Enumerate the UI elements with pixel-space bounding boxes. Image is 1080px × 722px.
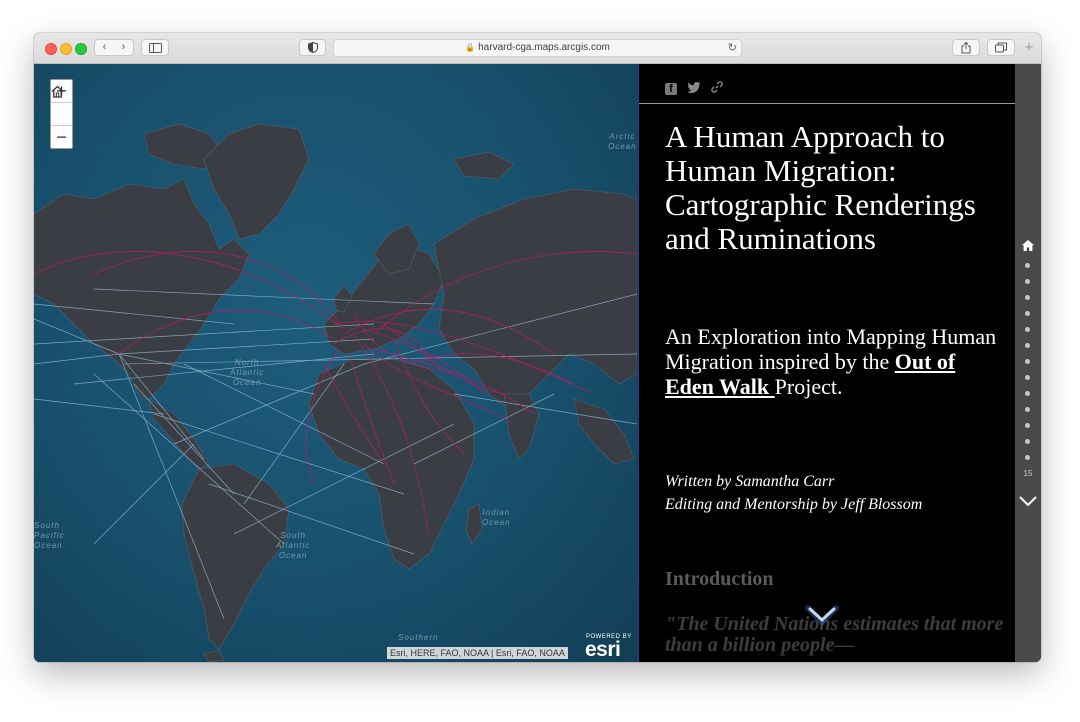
south-georgia-land — [203, 649, 225, 662]
story-nav-rail: 15 — [1015, 64, 1041, 662]
reload-icon[interactable]: ↻ — [728, 40, 737, 56]
nav-dot[interactable] — [1025, 407, 1030, 412]
esri-logo[interactable]: esri — [585, 638, 621, 662]
panel-header-rule — [639, 103, 1015, 104]
history-nav: ‹ › — [94, 39, 134, 56]
shield-icon — [307, 41, 318, 54]
byline-editor: Editing and Mentorship by Jeff Blossom — [665, 496, 923, 513]
story-panel: f A Human Approach to Human Migration: C… — [639, 64, 1015, 662]
home-extent-button[interactable] — [51, 85, 72, 126]
home-icon[interactable] — [1022, 240, 1034, 251]
nav-dot[interactable] — [1025, 263, 1030, 268]
home-icon — [51, 85, 64, 98]
tabs-icon — [995, 42, 1007, 53]
subtitle-suffix: Project. — [774, 374, 843, 399]
privacy-report-button[interactable] — [299, 39, 326, 56]
madagascar-land — [465, 503, 483, 545]
zoom-control: + − — [50, 79, 73, 149]
link-icon[interactable] — [711, 81, 723, 96]
nav-dot[interactable] — [1025, 311, 1030, 316]
minimize-window-button[interactable] — [60, 43, 72, 55]
nav-dot[interactable] — [1025, 343, 1030, 348]
sidebar-toggle-button[interactable] — [141, 39, 169, 56]
share-button[interactable] — [952, 39, 980, 56]
story-subtitle: An Exploration into Mapping Human Migrat… — [665, 324, 1005, 399]
asia-land — [433, 188, 637, 410]
lock-icon: 🔒 — [465, 43, 476, 52]
map-attribution[interactable]: Esri, HERE, FAO, NOAA | Esri, FAO, NOAA — [387, 647, 568, 659]
ocean-label-southern: Southern — [398, 633, 439, 642]
zoom-window-button[interactable] — [75, 43, 87, 55]
south-america-land — [181, 463, 290, 650]
nav-dot[interactable] — [1025, 327, 1030, 332]
ocean-label-north-atlantic: North Atlantic Ocean — [230, 358, 265, 387]
nav-dot[interactable] — [1025, 439, 1030, 444]
back-button[interactable]: ‹ — [95, 40, 114, 55]
browser-window: ‹ › 🔒 harvard-cga.maps.arcgis.com ↻ + + … — [34, 33, 1041, 662]
arctic-islands-land — [453, 151, 515, 180]
share-links: f — [665, 78, 728, 95]
new-tab-button[interactable]: + — [1017, 40, 1041, 55]
section-heading-introduction: Introduction — [665, 568, 774, 590]
nav-dot[interactable] — [1025, 375, 1030, 380]
address-bar[interactable]: 🔒 harvard-cga.maps.arcgis.com ↻ — [333, 39, 742, 57]
url-text: harvard-cga.maps.arcgis.com — [478, 42, 610, 53]
section-count: 15 — [1023, 469, 1033, 478]
story-byline: Written by Samantha Carr Editing and Men… — [665, 470, 1005, 516]
forward-button[interactable]: › — [114, 40, 133, 55]
close-window-button[interactable] — [45, 43, 57, 55]
sidebar-icon — [148, 43, 162, 53]
nav-dot[interactable] — [1025, 359, 1030, 364]
scroll-down-chevron-icon[interactable] — [804, 602, 840, 628]
nav-dot[interactable] — [1025, 391, 1030, 396]
twitter-icon[interactable] — [687, 81, 701, 96]
facebook-icon[interactable]: f — [665, 82, 677, 95]
nav-dot[interactable] — [1025, 455, 1030, 460]
tab-overview-button[interactable] — [987, 39, 1015, 56]
next-section-chevron-icon[interactable] — [1018, 492, 1038, 510]
share-icon — [961, 41, 971, 54]
ocean-label-arctic: Arctic Ocean — [608, 132, 637, 151]
africa-land — [308, 358, 475, 570]
southeast-asia-land — [573, 398, 635, 465]
ocean-label-south-atlantic: South Atlantic Ocean — [276, 531, 311, 560]
migration-map[interactable]: + − Arctic Ocean North Atlantic Ocean In… — [34, 64, 637, 662]
zoom-out-button[interactable]: − — [51, 126, 72, 149]
browser-toolbar: ‹ › 🔒 harvard-cga.maps.arcgis.com ↻ + — [34, 33, 1041, 64]
world-map-graphic — [34, 123, 637, 662]
nav-dot[interactable] — [1025, 295, 1030, 300]
nav-dot[interactable] — [1025, 279, 1030, 284]
nav-dot[interactable] — [1025, 423, 1030, 428]
greenland-land — [203, 123, 310, 240]
north-america-land — [34, 178, 250, 400]
story-title: A Human Approach to Human Migration: Car… — [665, 119, 976, 256]
ocean-label-south-pacific: South Pacific Ocean — [34, 521, 65, 550]
byline-author: Written by Samantha Carr — [665, 473, 835, 490]
ocean-label-indian: Indian Ocean — [482, 508, 511, 527]
